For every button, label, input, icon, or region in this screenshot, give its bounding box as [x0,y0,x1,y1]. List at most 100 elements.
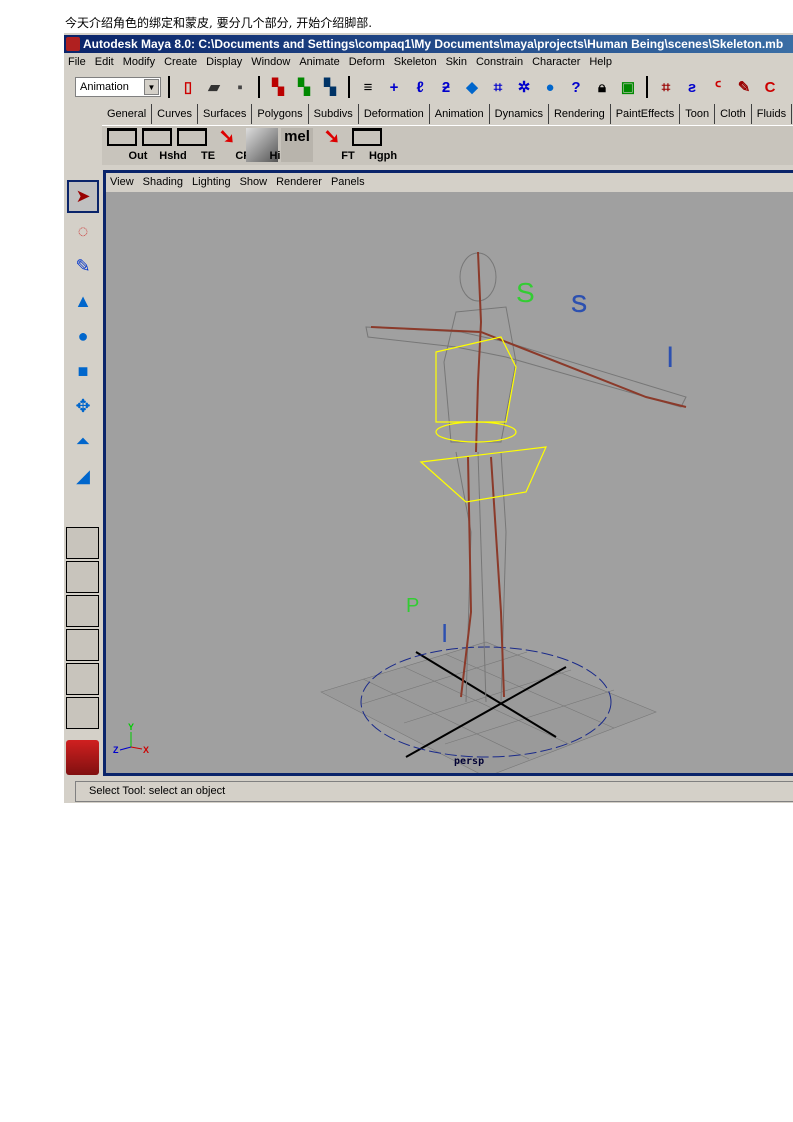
menu-character[interactable]: Character [532,53,580,72]
outliner-persp-layout-icon[interactable] [66,595,99,627]
snap-surface-icon[interactable]: ⌗ [487,76,509,98]
single-pane-layout-icon[interactable] [66,527,99,559]
menu-file[interactable]: File [68,53,86,72]
move-tool-icon[interactable]: ▲ [67,285,99,318]
view-menu-lighting[interactable]: Lighting [192,173,231,192]
rotate-tool-icon[interactable]: ● [67,320,99,353]
viewport-persp[interactable]: View Shading Lighting Show Renderer Pane… [103,170,793,778]
lasso-tool-icon[interactable]: ◌ [67,215,99,248]
tab-rendering[interactable]: Rendering [549,104,611,124]
shelf-button-ft[interactable]: ➘ FT [316,127,355,162]
tab-animation[interactable]: Animation [430,104,490,124]
tab-cloth[interactable]: Cloth [715,104,752,124]
soft-mod-tool-icon[interactable]: ⏶ [67,425,99,458]
lock-icon[interactable]: 🔒︎ [591,76,613,98]
help-icon[interactable]: ? [565,76,587,98]
tab-curves[interactable]: Curves [152,104,198,124]
tab-painteffects[interactable]: PaintEffects [611,104,681,124]
menu-animate[interactable]: Animate [299,53,339,72]
menu-set-dropdown[interactable]: Animation ▼ [75,77,161,97]
history-icon[interactable]: ⌗ [655,76,677,98]
menu-edit[interactable]: Edit [95,53,114,72]
graph-editor-layout-icon[interactable] [66,697,99,729]
snap-grid-icon[interactable]: + [383,76,405,98]
four-pane-layout-icon[interactable] [66,561,99,593]
shelf-button-cp[interactable]: ➘ CP [211,127,251,162]
menu-bar: File Edit Modify Create Display Window A… [64,53,621,72]
camera-label: persp [454,756,484,767]
menu-constrain[interactable]: Constrain [476,53,523,72]
mask-icon[interactable]: ≡ [357,76,379,98]
menu-skeleton[interactable]: Skeleton [394,53,437,72]
menu-display[interactable]: Display [206,53,242,72]
shelf-label: mel [284,128,310,145]
tab-subdivs[interactable]: Subdivs [309,104,359,124]
tab-fluids[interactable]: Fluids [752,104,793,124]
toolbox: ➤ ◌ ✎ ▲ ● ■ ✥ ⏶ ◢ [65,178,101,523]
tab-surfaces[interactable]: Surfaces [198,104,253,124]
render-icon[interactable]: ● [539,76,561,98]
menu-modify[interactable]: Modify [123,53,155,72]
menu-create[interactable]: Create [164,53,197,72]
scale-tool-icon[interactable]: ■ [67,355,99,388]
shelf: Out Hshd TE ➘ CP His mel ➘ FT Hgph [102,125,793,165]
separator [168,76,170,98]
tab-general[interactable]: General [102,104,153,124]
save-scene-icon[interactable]: ▪ [229,76,251,98]
select-hierarchy-icon[interactable]: ▚ [267,76,289,98]
help-line: Select Tool: select an object [75,781,793,802]
view-menu-panels[interactable]: Panels [331,173,365,192]
open-scene-icon[interactable]: ▰ [203,76,225,98]
snap-point-icon[interactable]: ƻ [435,76,457,98]
shelf-button-out[interactable]: Out [106,128,147,162]
chevron-down-icon[interactable]: ▼ [144,79,159,95]
tab-dynamics[interactable]: Dynamics [490,104,549,124]
tab-toon[interactable]: Toon [680,104,716,124]
tab-deformation[interactable]: Deformation [359,104,430,124]
show-manipulator-icon[interactable]: ◢ [67,460,99,493]
svg-text:I: I [666,341,674,374]
skeleton [370,251,687,698]
paint-select-tool-icon[interactable]: ✎ [67,250,99,283]
shelf-tabs: General Curves Surfaces Polygons Subdivs… [102,104,793,124]
viewport-menu: View Shading Lighting Show Renderer Pane… [106,173,793,192]
shelf-button-hshd[interactable]: Hshd [141,128,187,162]
view-menu-view[interactable]: View [110,173,134,192]
axis-z-label: Z [113,745,119,755]
quick-layouts [66,527,100,731]
character-mesh [365,252,687,703]
snap-curve-icon[interactable]: ℓ [409,76,431,98]
selection-handles [419,336,547,503]
persp-graph-layout-icon[interactable] [66,629,99,661]
title-bar: Autodesk Maya 8.0: C:\Documents and Sett… [64,35,793,53]
menu-skin[interactable]: Skin [446,53,467,72]
shelf-button-his[interactable]: His [246,128,287,162]
select-object-icon[interactable]: ▚ [293,76,315,98]
view-menu-shading[interactable]: Shading [143,173,183,192]
new-scene-icon[interactable]: ▯ [177,76,199,98]
ipr-icon[interactable]: ✎ [733,76,755,98]
hypershade-layout-icon[interactable] [66,663,99,695]
view-menu-show[interactable]: Show [240,173,268,192]
select-highlight-icon[interactable]: ▣ [617,76,639,98]
construction-icon[interactable]: ƨ [681,76,703,98]
render-settings-icon[interactable]: C [759,76,781,98]
separator [646,76,648,98]
menu-window[interactable]: Window [251,53,290,72]
magnet-icon[interactable]: ᑦ [707,76,729,98]
shelf-button-te[interactable]: TE [176,128,215,162]
snap-view-icon[interactable]: ✲ [513,76,535,98]
view-menu-renderer[interactable]: Renderer [276,173,322,192]
shelf-button-hgph[interactable]: Hgph [351,128,397,162]
tab-polygons[interactable]: Polygons [252,104,309,124]
snap-plane-icon[interactable]: ◆ [461,76,483,98]
menu-deform[interactable]: Deform [349,53,385,72]
shelf-button-mel[interactable]: mel [281,128,313,162]
manipulator-tool-icon[interactable]: ✥ [67,390,99,423]
menu-help[interactable]: Help [589,53,612,72]
svg-text:S: S [571,291,587,318]
window-title: Autodesk Maya 8.0: C:\Documents and Sett… [83,37,784,51]
svg-text:S: S [516,277,535,308]
select-tool-icon[interactable]: ➤ [67,180,99,213]
select-component-icon[interactable]: ▚ [319,76,341,98]
